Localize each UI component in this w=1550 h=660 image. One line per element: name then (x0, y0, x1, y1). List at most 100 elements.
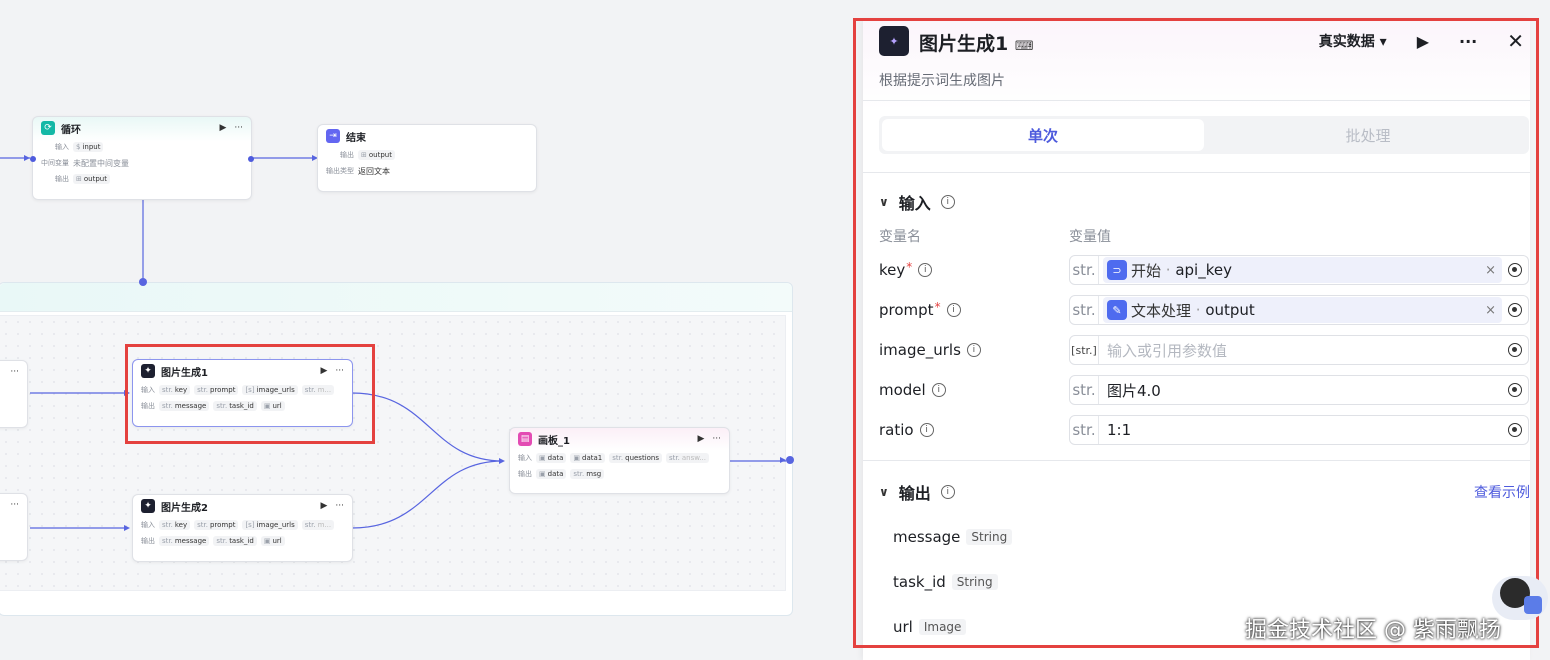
workflow-canvas[interactable]: ··· ··· ⟳ 循环 ▶ ··· 输入 $ input 中间变量 未配置中间变量 输… (0, 0, 855, 660)
clear-icon[interactable]: × (1485, 263, 1496, 278)
info-icon[interactable]: i (940, 485, 955, 499)
param-value-field[interactable]: str. 图片4.0 (1069, 375, 1529, 405)
input-section-header[interactable]: ∨ 输入 i (879, 190, 955, 214)
row-label: 中间变量 (41, 159, 69, 167)
param-value-field[interactable]: str. ✎ 文本处理 · output × (1069, 295, 1529, 325)
row-label: 输出 (141, 402, 155, 410)
loop-icon: ⟳ (41, 121, 55, 135)
row-text: 未配置中间变量 (73, 158, 129, 168)
more-icon[interactable]: ··· (234, 123, 243, 133)
image-gen-1-node[interactable]: ✦ 图片生成1 ▶ ··· 输入 str. key str. prompt [s] im… (132, 359, 353, 427)
var-chip: ⊞ output (73, 174, 110, 184)
info-icon[interactable]: i (931, 383, 946, 397)
param-value-field[interactable]: [str.] 输入或引用参数值 (1069, 335, 1529, 365)
rename-icon[interactable]: ⌨ (1015, 39, 1034, 54)
info-icon[interactable]: i (946, 303, 961, 317)
reference-picker-icon[interactable] (1508, 383, 1522, 397)
info-icon[interactable]: i (966, 343, 981, 357)
reference-picker-icon[interactable] (1508, 423, 1522, 437)
info-icon[interactable]: i (919, 423, 934, 437)
run-icon[interactable]: ▶ (697, 434, 704, 444)
var-chip: ⊞ output (358, 150, 395, 160)
edge-img1-board (351, 392, 504, 462)
partial-node-left-1[interactable]: ··· (0, 360, 28, 428)
output-type: String (951, 574, 998, 590)
row-label: 输入 (518, 454, 532, 462)
run-icon[interactable]: ▶ (1417, 32, 1429, 51)
output-name: message (893, 528, 961, 546)
required-mark: * (934, 300, 941, 314)
param-name: ratio (879, 421, 914, 439)
param-chip: str. msg (570, 469, 605, 479)
image-gen-2-node[interactable]: ✦ 图片生成2 ▶ ··· 输入 str. key str. prompt [s] im… (132, 494, 353, 562)
output-section-title: 输出 (898, 484, 931, 503)
param-value-field[interactable]: str. 1:1 (1069, 415, 1529, 445)
panel-title[interactable]: 图片生成1 ⌨ (919, 29, 1034, 56)
image-gen-icon: ✦ (141, 364, 155, 378)
reference-picker-icon[interactable] (1508, 343, 1522, 357)
row-label: 输出 (141, 537, 155, 545)
input-port[interactable] (30, 156, 36, 162)
chevron-down-icon[interactable]: ∨ (879, 195, 889, 209)
chevron-down-icon[interactable]: ∨ (879, 485, 889, 499)
param-chip: str. task_id (213, 401, 257, 411)
image-gen-2-title: 图片生成2 (161, 502, 208, 514)
info-icon[interactable]: i (918, 263, 933, 277)
reference-picker-icon[interactable] (1508, 263, 1522, 277)
tab-batch[interactable]: 批处理 (1207, 116, 1529, 154)
edge-arrow (780, 457, 786, 463)
param-chip: str. key (159, 385, 191, 395)
more-icon[interactable]: ··· (335, 501, 344, 511)
more-icon[interactable]: ··· (10, 500, 19, 510)
reference-chip[interactable]: ⊃ 开始 · api_key × (1103, 257, 1502, 283)
run-icon[interactable]: ▶ (219, 123, 226, 133)
partial-node-left-2[interactable]: ··· (0, 493, 28, 561)
view-example-link[interactable]: 查看示例 (1474, 482, 1530, 502)
param-chip: str. m... (301, 385, 335, 395)
param-input[interactable]: 1:1 (1107, 421, 1502, 439)
close-icon[interactable]: ✕ (1507, 29, 1524, 53)
more-icon[interactable]: ··· (335, 366, 344, 376)
reference-chip[interactable]: ✎ 文本处理 · output × (1103, 297, 1502, 323)
assistant-icon (1524, 596, 1542, 614)
param-value-field[interactable]: str. ⊃ 开始 · api_key × (1069, 255, 1529, 285)
more-icon[interactable]: ··· (10, 367, 19, 377)
tab-single[interactable]: 单次 (882, 119, 1204, 151)
output-port[interactable] (248, 156, 254, 162)
param-row-model: model i str. 图片4.0 (879, 375, 1531, 407)
run-mode-tabs: 单次 批处理 (879, 116, 1529, 154)
required-mark: * (906, 260, 913, 274)
param-chip: str. message (159, 536, 210, 546)
param-input[interactable]: 输入或引用参数值 (1107, 340, 1502, 361)
param-row-ratio: ratio i str. 1:1 (879, 415, 1531, 447)
row-label: 输入 (141, 521, 155, 529)
param-input[interactable]: 图片4.0 (1107, 380, 1502, 401)
param-name: image_urls (879, 341, 961, 359)
board-node[interactable]: ▤ 画板_1 ▶ ··· 输入 ▣ data ▣ data1 str. question… (509, 427, 730, 494)
reference-picker-icon[interactable] (1508, 303, 1522, 317)
param-chip: ▣ url (260, 401, 285, 411)
info-icon[interactable]: i (940, 195, 955, 209)
param-row-key: key * i str. ⊃ 开始 · api_key × (879, 255, 1531, 287)
col-header-name: 变量名 (879, 229, 921, 245)
param-chip: ▣ data1 (570, 453, 606, 463)
edge-arrow (124, 525, 130, 531)
data-mode-select[interactable]: 真实数据 ▾ (1319, 31, 1387, 51)
run-icon[interactable]: ▶ (320, 501, 327, 511)
row-label: 输出类型 (326, 167, 354, 175)
output-section-header[interactable]: ∨ 输出 i (879, 480, 955, 504)
clear-icon[interactable]: × (1485, 303, 1496, 318)
loop-node[interactable]: ⟳ 循环 ▶ ··· 输入 $ input 中间变量 未配置中间变量 输出 ⊞ output (30, 116, 254, 200)
more-icon[interactable]: ··· (712, 434, 721, 444)
param-row-prompt: prompt * i str. ✎ 文本处理 · output × (879, 295, 1531, 327)
input-section-title: 输入 (898, 194, 931, 213)
watermark: 掘金技术社区 @ 紫雨飘扬 (1245, 618, 1501, 643)
loop-node-title: 循环 (61, 124, 81, 136)
type-badge: str. (1070, 256, 1099, 284)
param-chip: str. prompt (194, 520, 239, 530)
text-process-icon: ✎ (1107, 300, 1127, 320)
end-node[interactable]: ⇥ 结束 输出 ⊞ output 输出类型 返回文本 (317, 124, 537, 192)
panel-title-text: 图片生成1 (919, 33, 1009, 55)
run-icon[interactable]: ▶ (320, 366, 327, 376)
more-icon[interactable]: ··· (1459, 32, 1477, 51)
